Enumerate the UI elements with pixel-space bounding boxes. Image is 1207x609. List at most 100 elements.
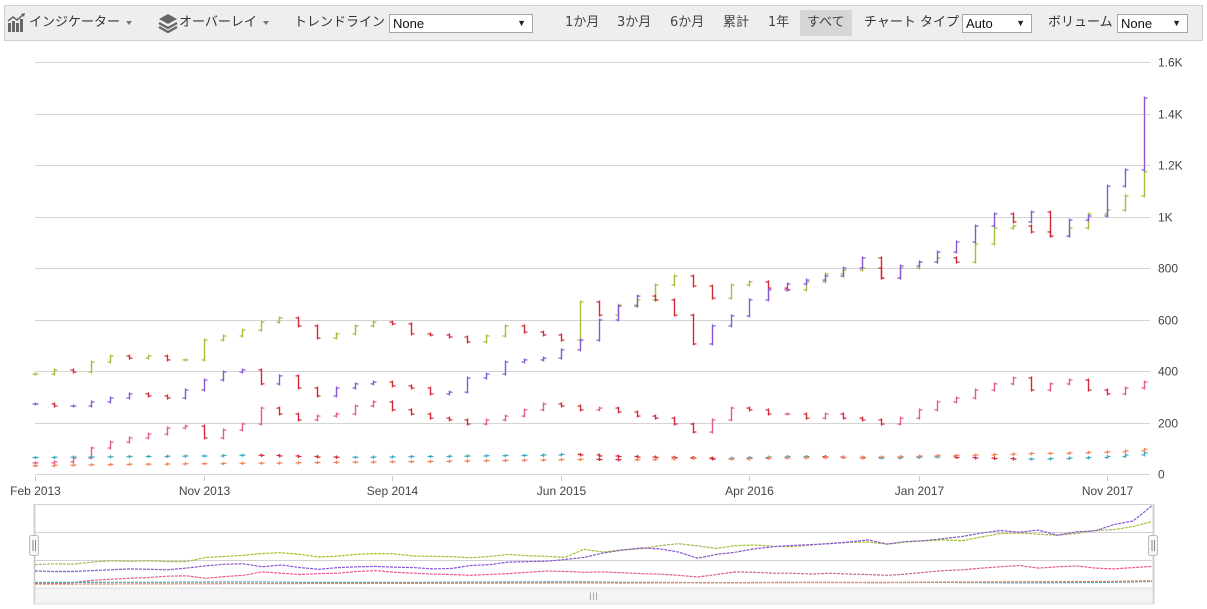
y-tick-label: 0 [1158, 468, 1165, 482]
hlc-bar [558, 333, 565, 342]
hlc-bar [389, 380, 396, 388]
hlc-bar [746, 406, 753, 412]
hlc-bar [502, 414, 509, 422]
series-orange [32, 447, 1148, 468]
hlc-bar [558, 402, 565, 408]
hlc-bar [1104, 184, 1111, 218]
hlc-bar [333, 455, 340, 459]
hlc-bar [1122, 449, 1129, 454]
x-tick-label: Nov 2017 [1082, 484, 1134, 498]
hlc-bar [164, 394, 171, 400]
hlc-bar [126, 454, 133, 459]
y-tick-label: 600 [1158, 314, 1178, 328]
hlc-bar [1085, 214, 1092, 222]
hlc-bar [352, 455, 359, 459]
hlc-bar [276, 461, 283, 465]
hlc-bar [615, 454, 622, 458]
hlc-bar [953, 256, 960, 264]
hlc-bar [32, 372, 39, 376]
plot-area[interactable] [32, 96, 1148, 468]
hlc-bar [803, 412, 810, 420]
hlc-bar [1085, 456, 1092, 460]
handle-body[interactable] [29, 535, 39, 556]
hlc-bar [1028, 451, 1035, 456]
hlc-bar [859, 416, 866, 422]
handle-body[interactable] [1148, 535, 1158, 556]
hlc-bar [1122, 194, 1129, 212]
navigator-left-handle[interactable] [29, 535, 39, 556]
hlc-bar [408, 454, 415, 459]
x-axis: Feb 2013 Nov 2013 Sep 2014 Jun 2015 Apr 2016… [10, 476, 1134, 498]
hlc-bar [446, 390, 453, 396]
hlc-bar [107, 396, 114, 404]
hlc-bar [201, 454, 208, 458]
hlc-bar [427, 459, 434, 464]
hlc-bar [540, 453, 547, 457]
hlc-bar [1028, 224, 1035, 234]
hlc-bar [239, 461, 246, 465]
hlc-bar [953, 240, 960, 254]
hlc-bar [1122, 168, 1129, 188]
hlc-bar [32, 461, 39, 465]
scrollbar-grip-icon[interactable]: III [589, 591, 598, 603]
hlc-bar [502, 324, 509, 338]
hlc-bar [389, 320, 396, 326]
hlc-bar [1141, 447, 1148, 453]
hlc-bar [258, 461, 265, 465]
series-purple [32, 96, 1148, 408]
hlc-bar [427, 386, 434, 396]
hlc-bar [32, 402, 39, 406]
hlc-bar [1047, 382, 1054, 392]
hlc-bar [972, 388, 979, 400]
hlc-bar [126, 354, 133, 360]
hlc-bar [220, 461, 227, 466]
hlc-bar [634, 410, 641, 418]
hlc-bar [239, 453, 246, 457]
hlc-bar [577, 404, 584, 412]
hlc-bar [164, 354, 171, 362]
hlc-bar [521, 408, 528, 418]
x-tick-label: Feb 2013 [10, 484, 61, 498]
x-tick-label: Jan 2017 [895, 484, 945, 498]
hlc-bar [276, 406, 283, 416]
y-tick-label: 1.2K [1158, 159, 1183, 173]
hlc-bar [596, 406, 603, 412]
range-navigator[interactable]: III [29, 504, 1158, 605]
hlc-bar [352, 404, 359, 416]
hlc-bar [1104, 450, 1111, 454]
hlc-bar [220, 428, 227, 440]
hlc-bar [258, 453, 265, 457]
hlc-bar [164, 454, 171, 458]
hlc-bar [314, 414, 321, 422]
hlc-bar [690, 313, 697, 346]
navigator-right-handle[interactable] [1148, 535, 1158, 556]
y-tick-label: 1.6K [1158, 56, 1183, 70]
hlc-bar [746, 280, 753, 287]
hlc-bar [145, 432, 152, 440]
y-tick-label: 400 [1158, 365, 1178, 379]
navigator-series-purple [34, 505, 1153, 573]
hlc-bar [446, 416, 453, 422]
hlc-bar [596, 318, 603, 342]
hlc-bar [483, 454, 490, 458]
hlc-bar [164, 462, 171, 466]
hlc-bar [70, 463, 77, 467]
hlc-bar [370, 400, 377, 408]
hlc-bar [746, 298, 753, 318]
hlc-bar [521, 358, 528, 364]
y-tick-label: 1.4K [1158, 108, 1183, 122]
hlc-bar [88, 400, 95, 408]
hlc-bar [483, 372, 490, 380]
hlc-bar [107, 354, 114, 364]
hlc-bar [1104, 454, 1111, 460]
hlc-bar [709, 324, 716, 346]
hlc-bar [1122, 453, 1129, 458]
hlc-bar [1141, 96, 1148, 172]
hlc-bar [615, 458, 622, 462]
hlc-bar [32, 456, 39, 460]
hlc-bar [182, 424, 189, 430]
hlc-bar [276, 453, 283, 458]
hlc-bar [1122, 386, 1129, 396]
hlc-bar [652, 414, 659, 420]
navigator-series-orange [34, 580, 1153, 585]
